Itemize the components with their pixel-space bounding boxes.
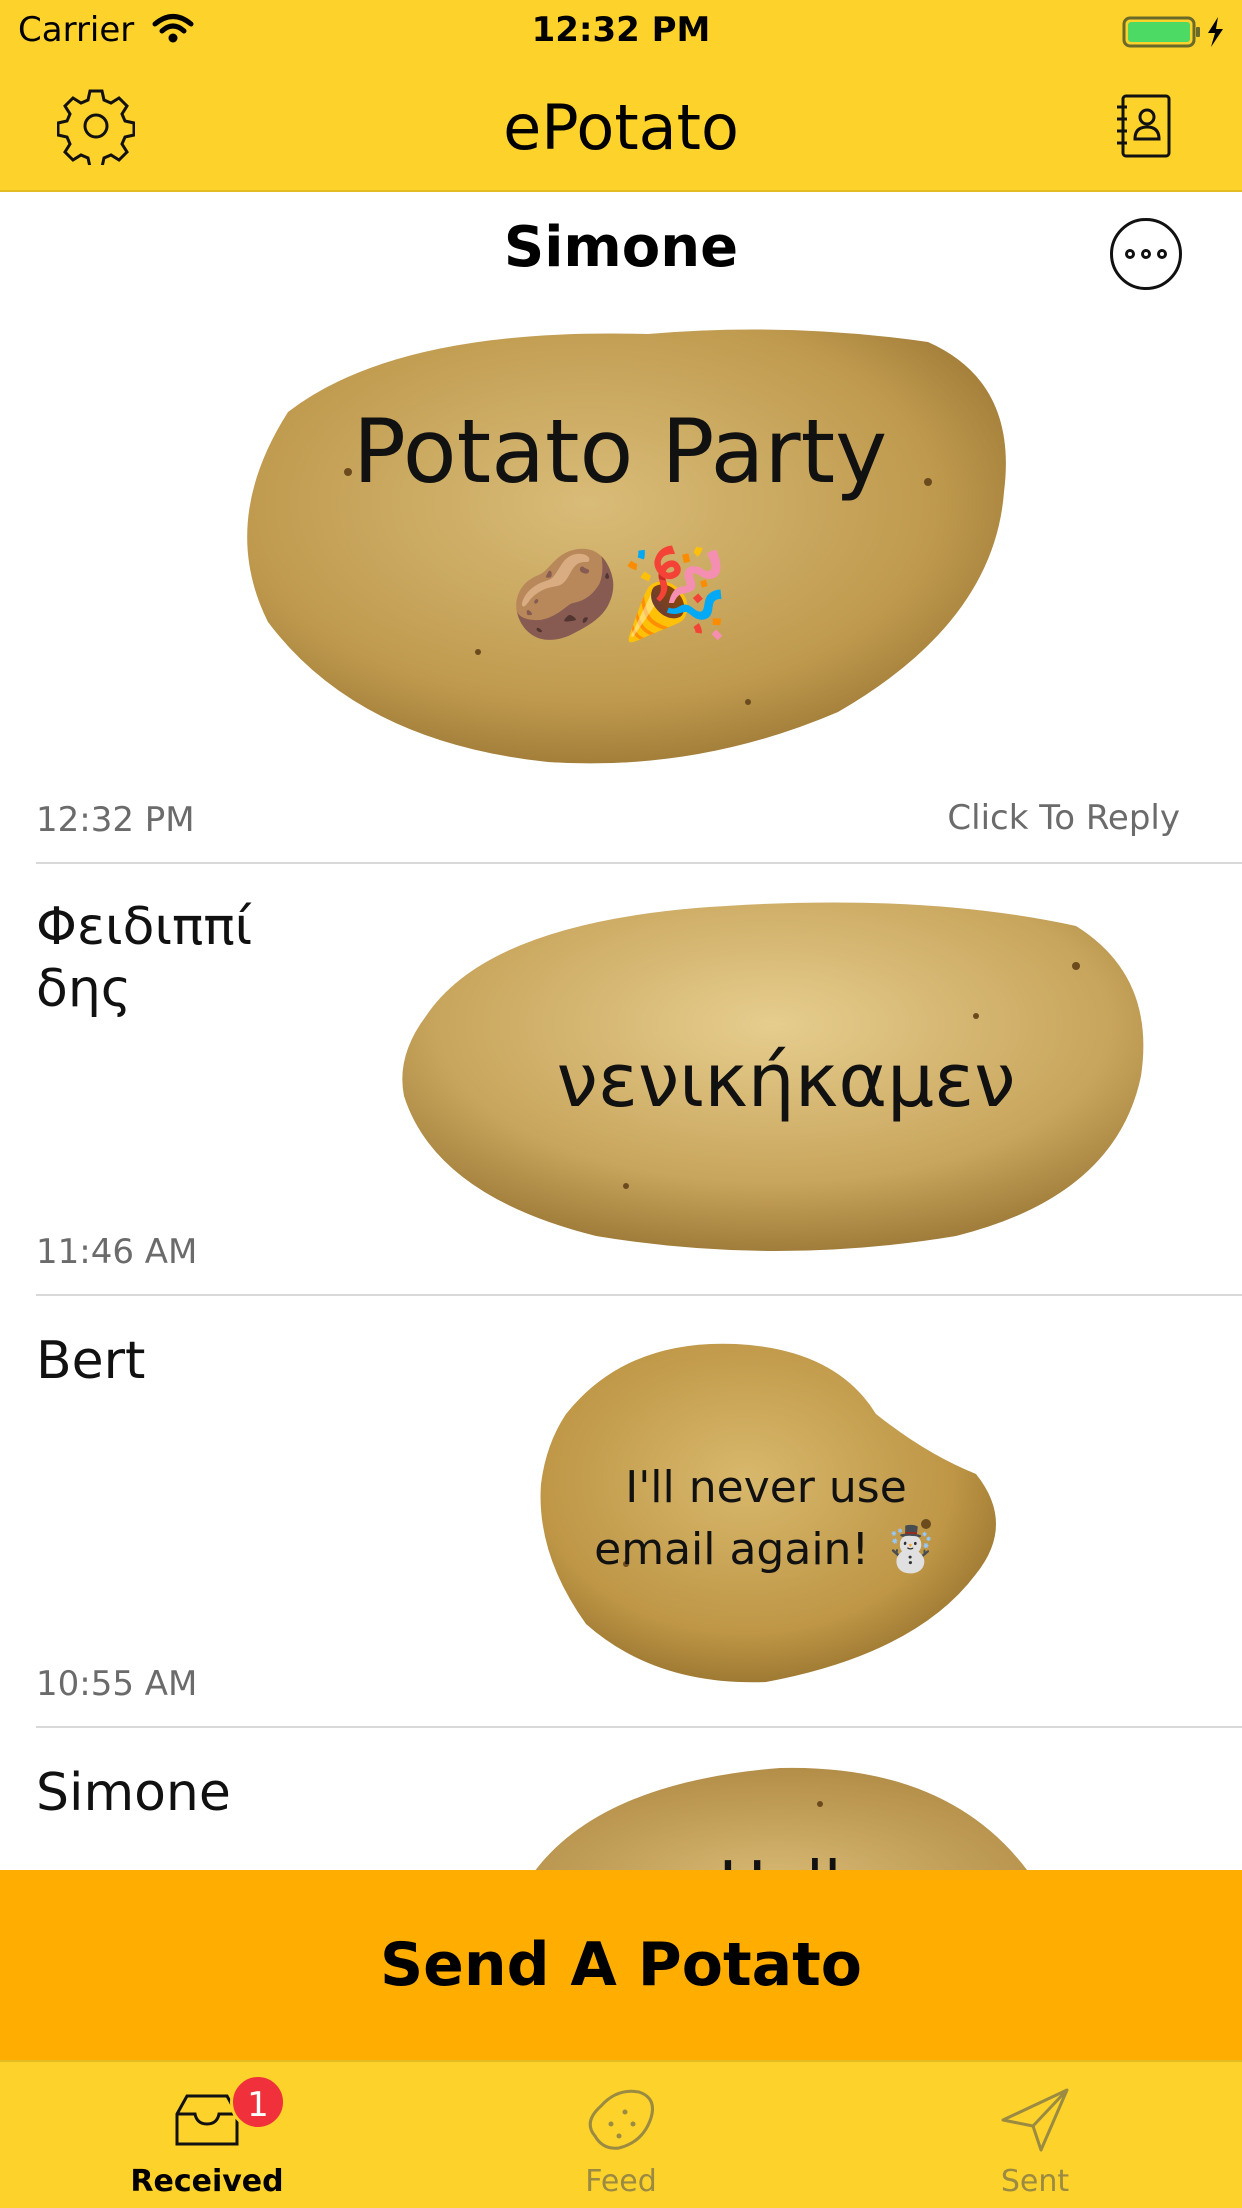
message-potato[interactable]: νενικήκαμεν [396,896,1146,1260]
send-a-potato-button[interactable]: Send A Potato [0,1870,1242,2060]
message-time: 10:55 AM [36,1664,198,1704]
message-time: 11:46 AM [36,1232,198,1272]
message-sender: Bert [36,1331,146,1391]
message-sender: Φειδιππί δης [36,897,253,1019]
contacts-book-icon [1113,93,1175,163]
tab-bar: 1 Received Feed Sent [0,2060,1242,2208]
tab-received[interactable]: 1 Received [0,2062,414,2208]
status-bar: Carrier 12:32 PM [0,0,1242,60]
divider [36,1294,1242,1296]
message-potato[interactable]: Hell [520,1764,1040,1870]
message-text: νενικήκαμεν [556,1038,1016,1124]
message-potato[interactable]: I'll never use email again! ☃️ [536,1334,1006,1686]
divider [36,1726,1242,1728]
featured-time: 12:32 PM [36,800,195,840]
status-time: 12:32 PM [531,10,711,50]
featured-potato[interactable]: Potato Party 🥔🎉 [228,322,1012,768]
tab-feed[interactable]: Feed [414,2062,828,2208]
contacts-button[interactable] [1104,88,1184,168]
click-to-reply-link[interactable]: Click To Reply [947,798,1180,838]
paper-plane-icon [995,2084,1075,2154]
divider [36,862,1242,864]
ellipsis-dot [1157,249,1167,259]
top-bar: Carrier 12:32 PM ePotato [0,0,1242,192]
more-options-button[interactable] [1110,218,1182,290]
ellipsis-dot [1141,249,1151,259]
featured-message-emoji: 🥔🎉 [510,542,730,645]
battery-icon [1122,15,1230,58]
message-sender: Simone [36,1763,231,1823]
tab-label: Received [130,2164,284,2199]
message-text-line1: I'll never use [625,1462,907,1513]
tab-label: Feed [585,2164,657,2199]
ellipsis-dot [1125,249,1135,259]
message-text-line2: email again! ☃️ [594,1524,938,1575]
potato-icon [581,2084,661,2154]
featured-sender-name: Simone [503,215,739,280]
tab-sent[interactable]: Sent [828,2062,1242,2208]
tab-label: Sent [1000,2164,1070,2199]
app-title: ePotato [503,91,739,164]
message-text: Hell [520,1846,1040,1870]
received-badge: 1 [230,2074,286,2130]
featured-message-text: Potato Party [352,400,888,503]
